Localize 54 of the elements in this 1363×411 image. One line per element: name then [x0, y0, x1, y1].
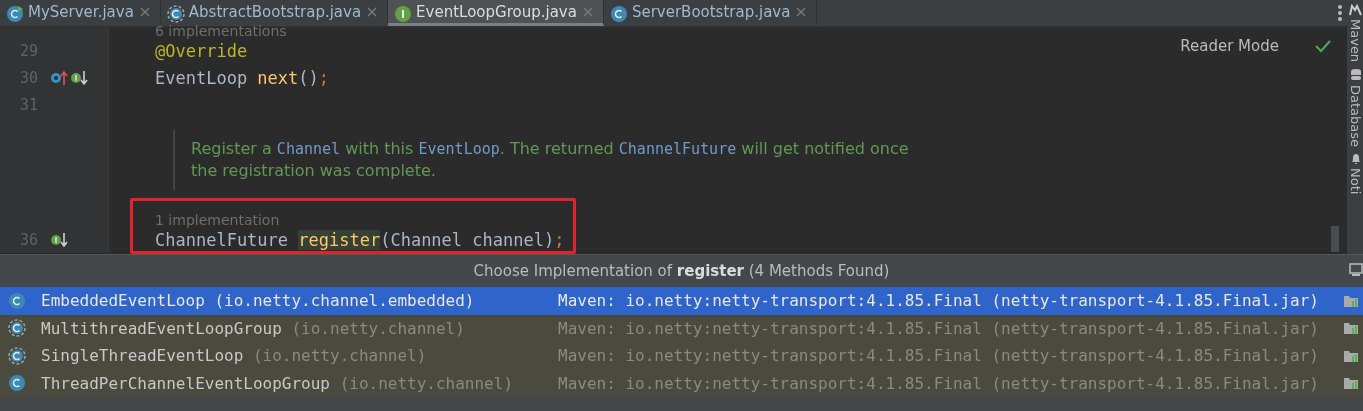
class-name: MultithreadEventLoopGroup (io.netty.channel): [41, 318, 466, 338]
close-icon[interactable]: [796, 6, 807, 17]
library-location: Maven: io.netty:netty-transport:4.1.85.Final (netty-transport-4.1.85.Final.jar): [558, 373, 1320, 393]
editor-tab[interactable]: EventLoopGroup.java: [388, 0, 604, 26]
reader-mode-link[interactable]: Reader Mode: [1180, 37, 1279, 55]
library-location: Maven: io.netty:netty-transport:4.1.85.Final (netty-transport-4.1.85.Final.jar): [558, 291, 1320, 311]
editor-tab[interactable]: ServerBootstrap.java: [603, 0, 818, 26]
implementations-hint[interactable]: 1 implementation: [155, 214, 280, 226]
implementation-row[interactable]: EmbeddedEventLoop (io.netty.channel.embedded) Maven: io.netty:netty-transport:4.1.85.Final (netty-transport-4.1.85.Final.jar): [0, 287, 1363, 315]
tab-label: AbstractBootstrap.java: [188, 2, 362, 21]
interface-icon: [394, 5, 413, 23]
class-icon: [8, 346, 26, 365]
implementation-row[interactable]: MultithreadEventLoopGroup (io.netty.channel) Maven: io.netty:netty-transport:4.1.85.Final (netty-transport-4.1.85.Final.jar): [0, 314, 1363, 342]
class-name: SingleThreadEventLoop (io.netty.channel): [41, 346, 428, 366]
class-icon: [8, 374, 26, 393]
class-icon: [8, 291, 26, 310]
implementation-row[interactable]: ThreadPerChannelEventLoopGroup (io.netty.channel) Maven: io.netty:netty-transport:4.1.85.Final (netty-transport-4.1.85.Final.jar): [0, 369, 1363, 397]
implemented-method-icon[interactable]: [70, 69, 88, 86]
library-icon: [1343, 348, 1359, 363]
library-icon: [1343, 376, 1359, 391]
close-icon[interactable]: [367, 6, 378, 17]
more-options-icon[interactable]: [1338, 5, 1342, 21]
class-icon: [609, 5, 628, 23]
scrollbar-thumb[interactable]: [1331, 226, 1339, 252]
library-icon: [1343, 293, 1359, 308]
code-line: @Override: [155, 40, 248, 61]
popup-title: Choose Implementation of register (4 Methods Found): [473, 262, 890, 280]
implemented-method-icon[interactable]: [50, 231, 68, 248]
library-icon: [1343, 321, 1359, 336]
library-location: Maven: io.netty:netty-transport:4.1.85.Final (netty-transport-4.1.85.Final.jar): [558, 318, 1320, 338]
tool-window-label[interactable]: Database: [1348, 85, 1363, 148]
tab-label: EventLoopGroup.java: [416, 2, 577, 21]
class-icon: [166, 5, 185, 23]
tool-window-label[interactable]: Noti: [1348, 168, 1363, 195]
tool-window-label[interactable]: Maven: [1348, 19, 1363, 63]
class-name: ThreadPerChannelEventLoopGroup (io.netty.channel): [41, 373, 514, 393]
bell-icon[interactable]: [1349, 153, 1362, 166]
implementations-hint[interactable]: 6 implementations: [155, 25, 287, 37]
tab-label: ServerBootstrap.java: [631, 2, 791, 21]
overrides-method-icon[interactable]: [50, 69, 68, 86]
maven-icon[interactable]: [1349, 4, 1362, 16]
documentation-text: Register a Channel with this EventLoop. The returned ChannelFuture will get notified once the registration was complete.: [191, 138, 910, 182]
implementation-row[interactable]: SingleThreadEventLoop (io.netty.channel) Maven: io.netty:netty-transport:4.1.85.Final (netty-transport-4.1.85.Final.jar): [0, 342, 1363, 370]
class-icon: [8, 319, 26, 338]
class-name: EmbeddedEventLoop (io.netty.channel.embedded): [41, 291, 476, 311]
tab-label: MyServer.java: [28, 2, 134, 21]
database-icon[interactable]: [1349, 68, 1362, 83]
editor-tab[interactable]: MyServer.java: [0, 0, 161, 26]
code-line: ChannelFuture register(Channel channel);: [155, 229, 565, 250]
close-icon[interactable]: [139, 6, 150, 17]
library-location: Maven: io.netty:netty-transport:4.1.85.Final (netty-transport-4.1.85.Final.jar): [558, 346, 1320, 366]
code-line: EventLoop next();: [155, 67, 330, 88]
check-icon[interactable]: [1315, 39, 1331, 53]
class-icon: [6, 5, 24, 23]
